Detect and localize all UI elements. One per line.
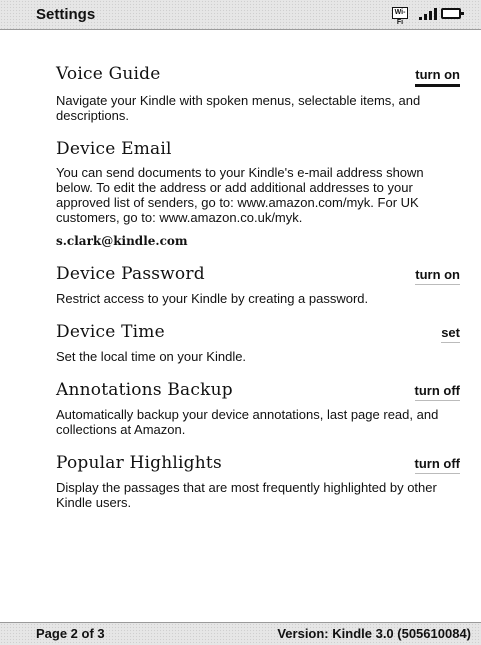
device-password-turn-on-link[interactable]: turn on <box>415 267 460 285</box>
device-time-set-link[interactable]: set <box>441 325 460 343</box>
setting-popular-highlights: Popular Highlights turn off Display the … <box>56 453 460 510</box>
setting-device-time: Device Time set Set the local time on yo… <box>56 322 460 364</box>
setting-annotations-backup: Annotations Backup turn off Automaticall… <box>56 380 460 437</box>
device-email-address: s.clark@kindle.com <box>56 234 188 248</box>
footer-bar: Page 2 of 3 Version: Kindle 3.0 (5056100… <box>0 622 481 645</box>
setting-title: Device Password <box>56 264 205 284</box>
annotations-backup-turn-off-link[interactable]: turn off <box>414 383 460 401</box>
voice-guide-turn-on-link[interactable]: turn on <box>415 67 460 87</box>
battery-icon <box>441 8 464 19</box>
version-label: Version: Kindle 3.0 (505610084) <box>277 626 471 641</box>
setting-description: You can send documents to your Kindle's … <box>56 165 424 225</box>
page-indicator: Page 2 of 3 <box>36 626 105 641</box>
setting-title: Popular Highlights <box>56 453 222 473</box>
setting-description: Display the passages that are most frequ… <box>56 480 437 510</box>
setting-description: Set the local time on your Kindle. <box>56 349 247 364</box>
setting-description: Restrict access to your Kindle by creati… <box>56 291 369 306</box>
setting-title: Device Time <box>56 322 165 342</box>
page-title: Settings <box>36 6 96 23</box>
setting-title: Device Email <box>56 139 172 159</box>
top-bar: Settings Wi-Fi <box>0 0 481 30</box>
signal-strength-icon <box>415 6 439 20</box>
setting-description: Automatically backup your device annotat… <box>56 407 439 437</box>
settings-list: Voice Guide turn on Navigate your Kindle… <box>56 64 460 526</box>
setting-title: Annotations Backup <box>56 380 233 400</box>
setting-device-password: Device Password turn on Restrict access … <box>56 264 460 306</box>
setting-voice-guide: Voice Guide turn on Navigate your Kindle… <box>56 64 460 123</box>
wifi-icon: Wi-Fi <box>392 7 408 26</box>
setting-title: Voice Guide <box>56 64 161 84</box>
popular-highlights-turn-off-link[interactable]: turn off <box>414 456 460 474</box>
setting-device-email: Device Email You can send documents to y… <box>56 139 460 248</box>
setting-description: Navigate your Kindle with spoken menus, … <box>56 93 421 123</box>
